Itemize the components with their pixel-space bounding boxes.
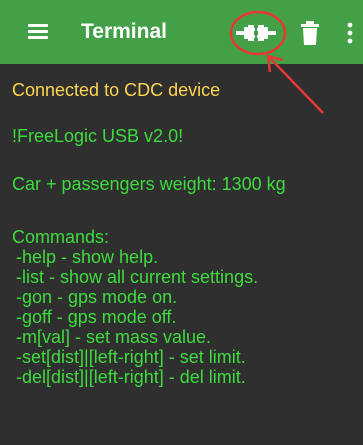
more-vertical-icon[interactable] — [344, 21, 356, 45]
app-title: Terminal — [81, 20, 167, 43]
command-line: -del[dist]|[left-right] - del limit. — [16, 367, 246, 387]
command-line: -gon - gps mode on. — [16, 287, 178, 307]
plug-connect-icon[interactable] — [236, 18, 276, 48]
command-line: -goff - gps mode off. — [16, 307, 177, 327]
trash-icon[interactable] — [301, 21, 319, 45]
command-line: -set[dist]|[left-right] - set limit. — [16, 347, 246, 367]
command-line: -list - show all current settings. — [16, 267, 259, 287]
command-line: -help - show help. — [16, 247, 159, 267]
connection-status: Connected to CDC device — [12, 80, 221, 100]
command-line: -m[val] - set mass value. — [16, 327, 212, 347]
hamburger-menu-icon[interactable] — [28, 24, 48, 40]
device-banner: !FreeLogic USB v2.0! — [12, 126, 184, 146]
commands-header: Commands: — [12, 227, 110, 247]
weight-readout: Car + passengers weight: 1300 kg — [12, 174, 286, 194]
app-bar: Terminal — [0, 0, 363, 64]
terminal-output: Connected to CDC device !FreeLogic USB v… — [0, 64, 363, 445]
